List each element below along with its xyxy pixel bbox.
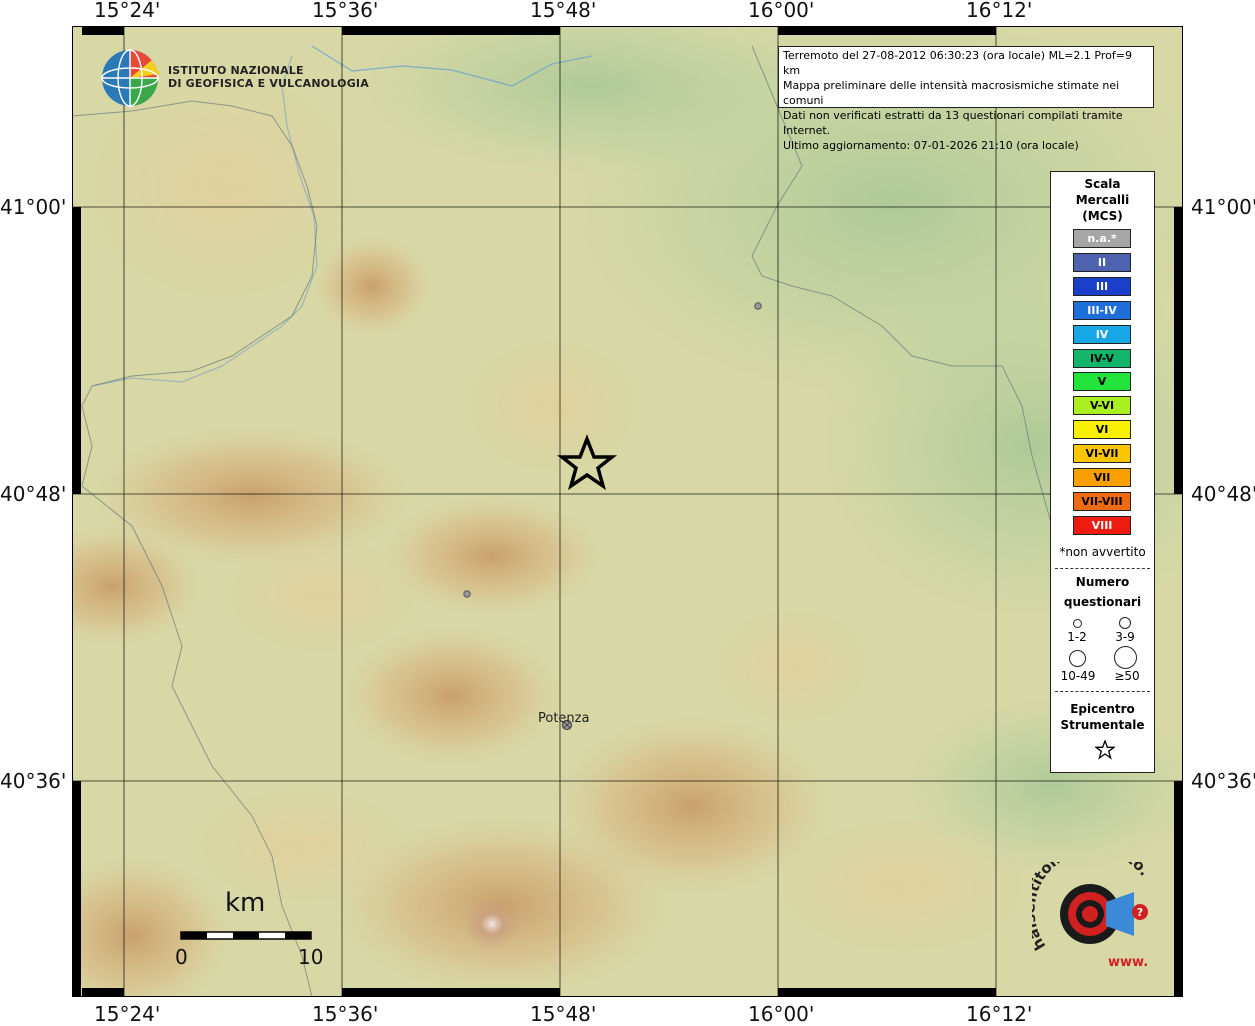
bottom-axis-label: 16°00' (748, 1002, 815, 1026)
mcs-swatch: III (1073, 276, 1131, 296)
scale-bar-unit: km (225, 888, 266, 918)
count-label: 1-2 (1067, 630, 1087, 644)
legend-divider (1055, 691, 1150, 692)
epicenter-star-icon (1095, 740, 1115, 760)
town-marker (463, 590, 471, 598)
right-axis-label: 40°36' (1191, 769, 1255, 793)
left-axis-label: 41°00' (0, 195, 67, 219)
mcs-swatch: n.a.* (1073, 229, 1131, 248)
legend-title: (MCS) (1082, 209, 1123, 223)
scale-bar-end: 10 (298, 945, 324, 969)
top-axis-label: 15°24' (94, 0, 161, 22)
scale-bar (180, 931, 312, 940)
terrain-map[interactable] (72, 26, 1183, 997)
not-felt-note: *non avvertito (1059, 545, 1146, 559)
count-circle-icon (1073, 619, 1082, 628)
bottom-axis-label: 15°36' (312, 1002, 379, 1026)
town-marker (754, 302, 762, 310)
event-info-line: Dati non verificati estratti da 13 quest… (783, 109, 1123, 137)
top-axis-label: 15°48' (530, 0, 597, 22)
mcs-swatch: VI-VII (1073, 444, 1131, 464)
top-axis-label: 15°36' (312, 0, 379, 22)
event-info-line: Mappa preliminare delle intensità macros… (783, 79, 1120, 107)
ingv-globe-icon (101, 49, 160, 107)
event-info-box: Terremoto del 27-08-2012 06:30:23 (ora l… (778, 46, 1154, 152)
map-frame[interactable]: ISTITUTO NAZIONALE DI GEOFISICA E VULCAN… (72, 26, 1183, 997)
legend-title: Mercalli (1075, 193, 1130, 207)
top-axis-label: 16°12' (966, 0, 1033, 22)
count-label: 10-49 (1060, 669, 1096, 683)
mcs-swatch: V (1073, 372, 1131, 392)
mcs-swatch: V-VI (1073, 396, 1131, 416)
count-circle-icon (1114, 646, 1137, 669)
mcs-swatch: II (1073, 252, 1131, 272)
count-circle-icon (1119, 617, 1131, 629)
left-axis-label: 40°48' (0, 482, 67, 506)
count-circle-icon (1069, 650, 1086, 667)
legend-divider (1055, 568, 1150, 569)
count-title: Numero (1075, 575, 1130, 589)
event-info-line: Ultimo aggiornamento: 07-01-2026 21:10 (… (783, 139, 1079, 152)
left-axis-label: 40°36' (0, 769, 67, 793)
right-axis-label: 40°48' (1191, 482, 1255, 506)
epicenter-title: Epicentro (1070, 702, 1135, 716)
hsit-logo: ? haisentitoilterremoto.it www. (1032, 862, 1154, 970)
count-title: questionari (1063, 595, 1142, 609)
bottom-axis-label: 16°12' (966, 1002, 1033, 1026)
town-label-potenza: Potenza (538, 711, 590, 726)
mcs-swatch: VII-VIII (1073, 491, 1131, 511)
scale-bar-start: 0 (175, 945, 188, 969)
mcs-swatch: VIII (1073, 515, 1131, 535)
mcs-swatch: VII (1073, 468, 1131, 487)
event-info-line: Terremoto del 27-08-2012 06:30:23 (ora l… (783, 49, 1132, 77)
epicenter-title: Strumentale (1060, 718, 1145, 732)
mcs-legend: Scala Mercalli (MCS) n.a.* II III III-IV IV I… (1050, 171, 1155, 773)
svg-text:?: ? (1137, 906, 1143, 919)
mcs-swatch: IV-V (1073, 348, 1131, 368)
ingv-line-1: ISTITUTO NAZIONALE (168, 64, 304, 77)
right-axis-label: 41°00' (1191, 195, 1255, 219)
mcs-swatch: III-IV (1073, 300, 1131, 320)
mcs-swatch: IV (1073, 324, 1131, 344)
top-axis-label: 16°00' (748, 0, 815, 22)
mcs-swatch: VI (1073, 420, 1131, 440)
count-label: ≥50 (1114, 669, 1140, 683)
ingv-name: ISTITUTO NAZIONALE DI GEOFISICA E VULCAN… (168, 64, 369, 90)
bottom-axis-label: 15°24' (94, 1002, 161, 1026)
ingv-line-2: DI GEOFISICA E VULCANOLOGIA (168, 77, 369, 90)
hsit-logo-www: www. (1108, 955, 1148, 970)
legend-title: Scala (1084, 177, 1121, 191)
count-label: 3-9 (1115, 630, 1135, 644)
bottom-axis-label: 15°48' (530, 1002, 597, 1026)
